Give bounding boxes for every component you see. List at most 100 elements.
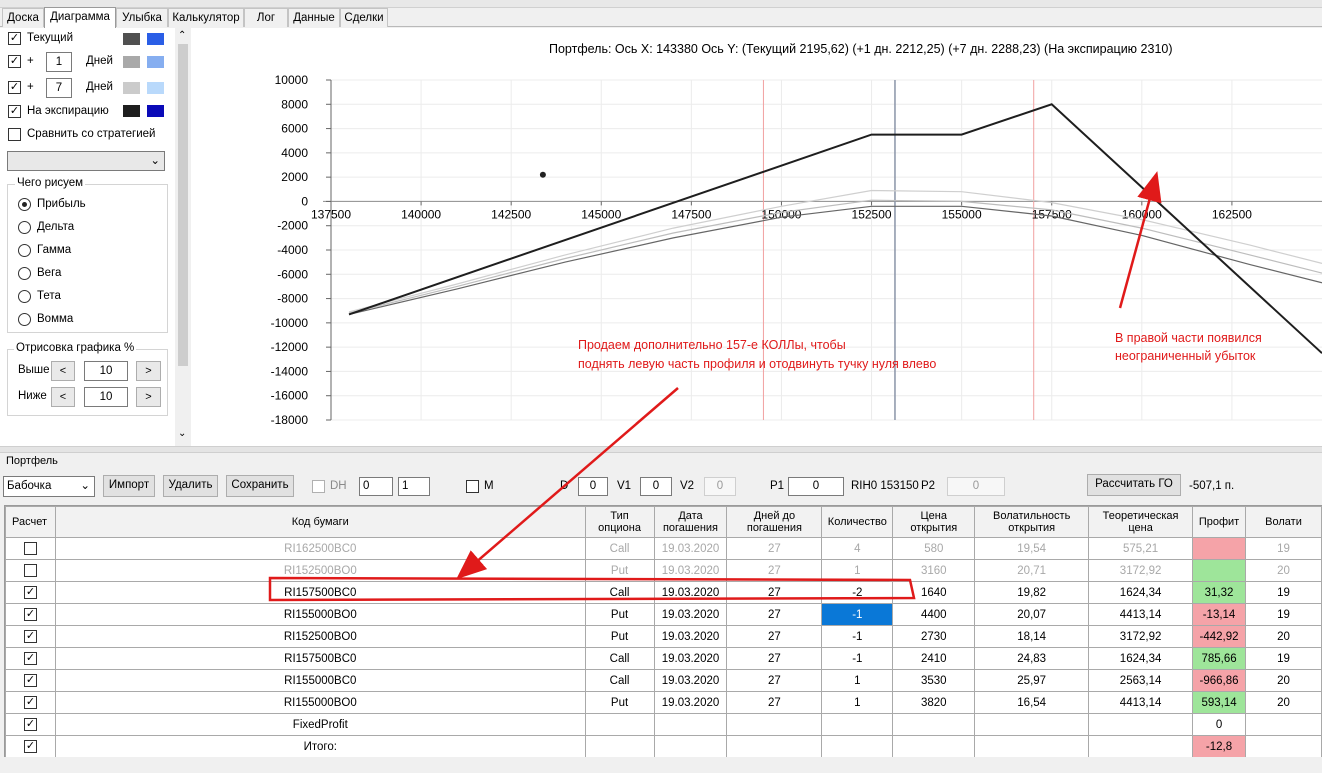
table-cell[interactable]: 20 xyxy=(1245,559,1322,582)
table-cell[interactable]: 19 xyxy=(1245,581,1322,604)
table-cell[interactable]: RI155000BC0 xyxy=(54,669,586,692)
table-cell[interactable]: -966,86 xyxy=(1192,669,1247,692)
table-cell[interactable]: Put xyxy=(584,603,655,626)
below-decrease-button[interactable]: < xyxy=(51,387,75,407)
table-row[interactable]: RI152500BO0 Put 19.03.2020 27 1 3160 20,71 3172… xyxy=(5,559,1322,582)
chevron-up-icon[interactable]: ⌃ xyxy=(178,30,186,41)
day1-color-swatch-alt[interactable] xyxy=(147,56,164,68)
table-cell[interactable] xyxy=(584,735,655,757)
tab-log[interactable]: Лог xyxy=(244,8,288,27)
strategy-dropdown[interactable]: Бабочка ⌄ xyxy=(3,476,95,497)
table-cell[interactable]: 2410 xyxy=(892,647,976,670)
table-cell[interactable]: 580 xyxy=(892,537,976,560)
table-cell[interactable]: 1640 xyxy=(892,581,976,604)
delete-button[interactable]: Удалить xyxy=(163,475,218,497)
calc-checkbox-cell[interactable]: ✓ xyxy=(5,713,56,736)
above-increase-button[interactable]: > xyxy=(136,361,161,381)
table-cell[interactable]: 3820 xyxy=(892,691,976,714)
splitter[interactable] xyxy=(0,446,1322,453)
spin1-input[interactable]: 0 xyxy=(359,477,393,496)
table-cell[interactable] xyxy=(1088,713,1194,736)
table-cell[interactable]: FixedProfit xyxy=(54,713,586,736)
table-cell[interactable]: 3160 xyxy=(892,559,976,582)
tab-smile[interactable]: Улыбка xyxy=(116,8,168,27)
spin2-input[interactable]: 1 xyxy=(398,477,430,496)
day7-color-swatch[interactable] xyxy=(123,82,140,94)
calc-checkbox-cell[interactable]: ✓ xyxy=(5,625,56,648)
table-cell[interactable]: Итого: xyxy=(54,735,586,757)
table-cell[interactable]: 3172,92 xyxy=(1088,625,1194,648)
table-cell[interactable] xyxy=(892,735,976,757)
m-checkbox[interactable] xyxy=(466,480,479,493)
current-color-swatch[interactable] xyxy=(123,33,140,45)
v2-input[interactable]: 0 xyxy=(704,477,736,496)
column-header[interactable]: Волатильность открытия xyxy=(974,506,1090,538)
column-header[interactable]: Дней до погашения xyxy=(726,506,823,538)
table-cell[interactable] xyxy=(653,735,728,757)
tab-calculator[interactable]: Калькулятор xyxy=(168,8,244,27)
table-cell[interactable] xyxy=(653,713,728,736)
table-cell[interactable]: 19 xyxy=(1245,603,1322,626)
column-header[interactable]: Количество xyxy=(821,506,894,538)
profit-chart[interactable]: 10000 8000 6000 4000 2000 0 -2000 -4000 -6000 -80… xyxy=(191,28,1322,446)
calc-checkbox[interactable] xyxy=(23,564,37,577)
column-header[interactable]: Теоретическая цена xyxy=(1088,506,1194,538)
radio-vega[interactable] xyxy=(18,267,31,280)
v1-input[interactable]: 0 xyxy=(640,477,672,496)
table-row[interactable]: ✓ RI152500BO0 Put 19.03.2020 27 -1 2730 18,14 31… xyxy=(5,625,1322,648)
table-row[interactable]: ✓ Итого: -12,8 xyxy=(5,735,1322,757)
calc-checkbox-cell[interactable]: ✓ xyxy=(5,669,56,692)
table-cell[interactable]: RI155000BO0 xyxy=(54,691,586,714)
table-cell[interactable]: -12,8 xyxy=(1192,735,1247,757)
table-cell[interactable]: 4413,14 xyxy=(1088,603,1194,626)
table-cell[interactable] xyxy=(1192,559,1247,582)
table-cell[interactable]: 27 xyxy=(726,537,823,560)
table-cell[interactable]: RI157500BC0 xyxy=(54,581,586,604)
radio-theta[interactable] xyxy=(18,290,31,303)
table-cell[interactable]: 593,14 xyxy=(1192,691,1247,714)
above-decrease-button[interactable]: < xyxy=(51,361,75,381)
table-cell[interactable]: 27 xyxy=(726,581,823,604)
table-cell[interactable]: 0 xyxy=(1192,713,1247,736)
radio-delta[interactable] xyxy=(18,221,31,234)
table-row[interactable]: ✓ RI155000BO0 Put 19.03.2020 27 1 3820 16,54 441… xyxy=(5,691,1322,714)
column-header[interactable]: Тип опциона xyxy=(584,506,655,538)
p1-input[interactable]: 0 xyxy=(788,477,844,496)
below-increase-button[interactable]: > xyxy=(136,387,161,407)
table-cell[interactable]: -2 xyxy=(821,581,894,604)
table-cell[interactable]: -1 xyxy=(821,647,894,670)
table-cell[interactable]: RI162500BC0 xyxy=(54,537,586,560)
day7-input[interactable]: 7 xyxy=(46,78,72,98)
day1-color-swatch[interactable] xyxy=(123,56,140,68)
d-input[interactable]: 0 xyxy=(578,477,608,496)
calc-checkbox[interactable]: ✓ xyxy=(23,608,37,621)
table-cell[interactable]: RI155000BO0 xyxy=(54,603,586,626)
table-horizontal-scrollbar[interactable] xyxy=(0,757,1322,773)
table-cell[interactable]: 20 xyxy=(1245,691,1322,714)
table-cell[interactable] xyxy=(821,735,894,757)
tab-diagram[interactable]: Диаграмма xyxy=(44,7,116,28)
table-cell[interactable]: 19.03.2020 xyxy=(653,647,728,670)
current-color-swatch-alt[interactable] xyxy=(147,33,164,45)
table-cell[interactable]: 27 xyxy=(726,691,823,714)
calc-checkbox-cell[interactable]: ✓ xyxy=(5,735,56,757)
calc-checkbox-cell[interactable]: ✓ xyxy=(5,691,56,714)
table-cell[interactable]: RI152500BO0 xyxy=(54,625,586,648)
column-header[interactable]: Цена открытия xyxy=(892,506,976,538)
calc-checkbox-cell[interactable]: ✓ xyxy=(5,581,56,604)
tab-data[interactable]: Данные xyxy=(288,8,340,27)
table-cell[interactable] xyxy=(1088,735,1194,757)
import-button[interactable]: Импорт xyxy=(103,475,155,497)
table-cell[interactable]: 18,14 xyxy=(974,625,1090,648)
table-cell[interactable]: RI157500BC0 xyxy=(54,647,586,670)
table-cell[interactable]: 2563,14 xyxy=(1088,669,1194,692)
table-cell[interactable]: 1 xyxy=(821,559,894,582)
table-cell[interactable]: 19.03.2020 xyxy=(653,625,728,648)
table-cell[interactable]: 19.03.2020 xyxy=(653,581,728,604)
table-cell[interactable]: Put xyxy=(584,691,655,714)
calc-checkbox-cell[interactable]: ✓ xyxy=(5,647,56,670)
table-cell[interactable]: 27 xyxy=(726,625,823,648)
below-input[interactable]: 10 xyxy=(84,387,128,407)
table-cell[interactable] xyxy=(1192,537,1247,560)
table-cell[interactable]: 16,54 xyxy=(974,691,1090,714)
